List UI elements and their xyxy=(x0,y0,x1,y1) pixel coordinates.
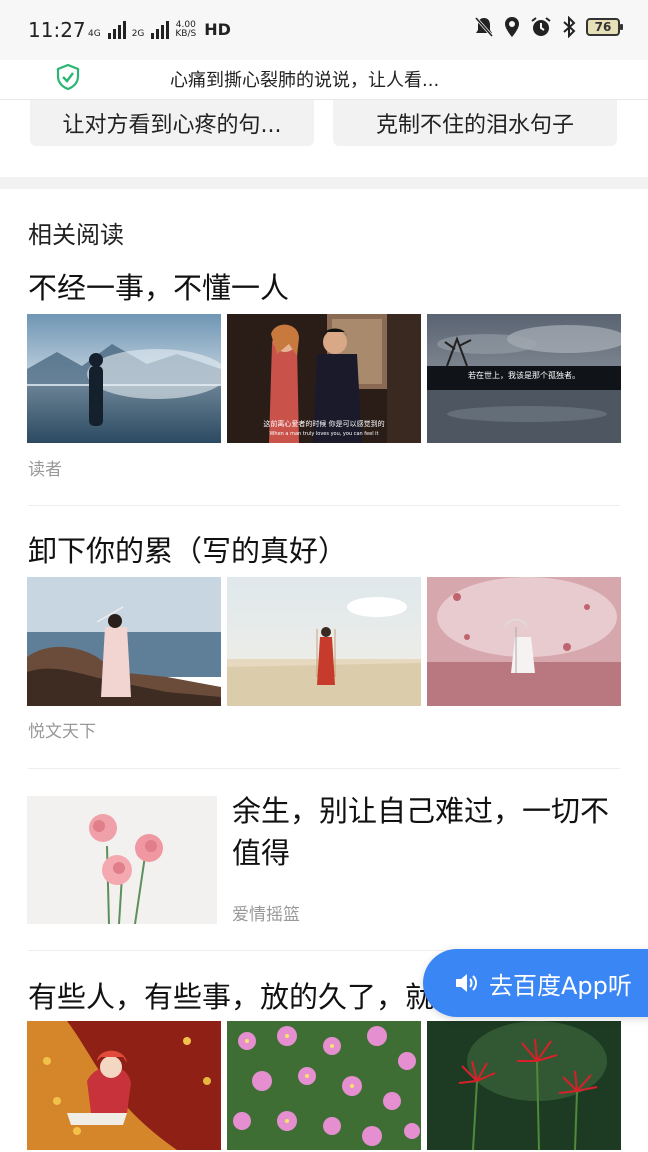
speed-unit: KB/S xyxy=(175,29,197,39)
listen-button-label: 去百度App听 xyxy=(489,971,632,1000)
article-source-1: 读者 xyxy=(28,460,62,480)
signal-2-icon xyxy=(151,21,170,39)
location-icon xyxy=(505,17,519,37)
thumbnail-cloudy-sky[interactable]: 若在世上，我该是那个孤独者。 xyxy=(427,314,621,443)
thumbnail-pink-flowers[interactable] xyxy=(227,1021,421,1150)
bluetooth-icon xyxy=(563,16,576,38)
thumbnail-carnations[interactable] xyxy=(27,796,217,924)
article-2-thumbnails[interactable] xyxy=(27,577,621,706)
suggestion-button-2[interactable]: 克制不住的泪水句子 xyxy=(333,100,617,146)
related-reading-title: 相关阅读 xyxy=(28,221,124,249)
suggestion-button-1[interactable]: 让对方看到心疼的句... xyxy=(30,100,314,146)
caption-cn: 这前离心爱者的时候 你是可以感觉到的 xyxy=(263,420,385,428)
thumbnail-couple-scene[interactable]: 这前离心爱者的时候 你是可以感觉到的 When a man truly love… xyxy=(227,314,421,443)
alarm-icon xyxy=(531,17,551,36)
status-icons: 76 xyxy=(474,16,623,38)
network-type-2: 2G xyxy=(131,29,145,39)
network-speed: 4.00 KB/S xyxy=(175,21,196,39)
mute-bell-icon xyxy=(474,17,494,37)
article-title-2[interactable]: 卸下你的累（写的真好） xyxy=(28,528,347,570)
article-source-2: 悦文天下 xyxy=(28,722,96,742)
listen-in-baidu-app-button[interactable]: 去百度App听 xyxy=(423,949,648,1017)
article-4-thumbnails[interactable] xyxy=(27,1021,621,1150)
thumbnail-illustration-girl[interactable] xyxy=(27,1021,221,1150)
status-time: 11:27 xyxy=(28,18,86,42)
thumbnail-red-spider-lilies[interactable] xyxy=(427,1021,621,1150)
signal-1-icon xyxy=(107,21,126,39)
speaker-icon xyxy=(456,974,477,992)
hd-indicator: HD xyxy=(204,20,231,39)
caption-en: When a man truly loves you, you can feel… xyxy=(269,431,379,437)
page-title[interactable]: 心痛到撕心裂肺的说说，让人看... xyxy=(170,66,439,92)
battery-level: 76 xyxy=(594,20,612,34)
shield-check-icon xyxy=(56,64,80,90)
suggestion-area: 让对方看到心疼的句... 克制不住的泪水句子 xyxy=(0,100,648,177)
page-header: 心痛到撕心裂肺的说说，让人看... xyxy=(0,60,648,100)
article-title-3[interactable]: 余生，别让自己难过，一切不值得 xyxy=(232,790,612,874)
network-type-1: 4G xyxy=(88,29,101,39)
thumbnail-seaside-rocks[interactable] xyxy=(27,577,221,706)
status-bar: 11:27 4G 2G 4.00 KB/S HD 76 xyxy=(0,0,648,60)
divider xyxy=(28,768,620,769)
divider xyxy=(28,505,620,506)
article-title-1[interactable]: 不经一事，不懂一人 xyxy=(28,265,289,307)
battery-icon: 76 xyxy=(586,18,623,36)
section-separator xyxy=(0,177,648,189)
network-indicators: 4G 2G 4.00 KB/S HD xyxy=(88,20,231,39)
thumbnail-caption-sky: 若在世上，我该是那个孤独者。 xyxy=(468,371,580,380)
thumbnail-misty-lake[interactable] xyxy=(27,314,221,443)
article-1-thumbnails[interactable]: 这前离心爱者的时候 你是可以感觉到的 When a man truly love… xyxy=(27,314,621,443)
article-source-3: 爱情摇篮 xyxy=(232,905,300,925)
thumbnail-caption: 这前离心爱者的时候 你是可以感觉到的 When a man truly love… xyxy=(229,419,419,437)
thumbnail-pink-field[interactable] xyxy=(427,577,621,706)
thumbnail-field-figure[interactable] xyxy=(227,577,421,706)
